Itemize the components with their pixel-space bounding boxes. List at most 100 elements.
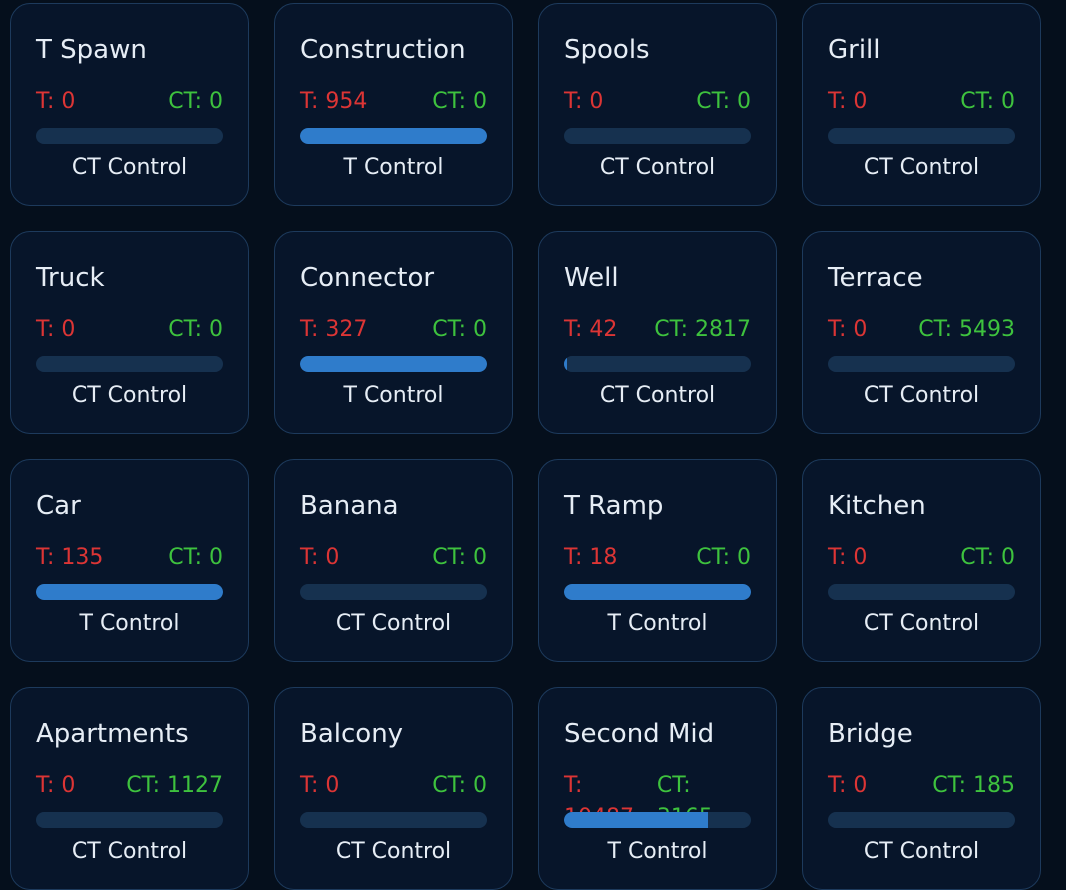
control-status: CT Control [71,383,188,408]
location-card: Second Mid T: 10487 CT: 3165 T Control [538,687,777,890]
location-name: Well [564,263,619,293]
t-share-fill [564,812,708,828]
ct-score: CT: 0 [432,773,487,798]
location-card: Construction T: 954 CT: 0 T Control [274,3,513,206]
t-score: T: 18 [564,545,618,570]
location-card: Well T: 42 CT: 2817 CT Control [538,231,777,434]
control-status: CT Control [335,611,452,636]
control-progress-bar [300,584,487,600]
control-status: T Control [343,155,444,180]
control-progress-bar [36,812,223,828]
location-name: Construction [300,35,466,65]
control-status: T Control [607,839,708,864]
score-row: T: 0 CT: 0 [300,542,487,574]
control-progress-bar [300,128,487,144]
location-card: Truck T: 0 CT: 0 CT Control [10,231,249,434]
t-score: T: 0 [564,89,604,114]
control-progress-bar [564,356,751,372]
location-name: Terrace [828,263,923,293]
control-progress-bar [300,356,487,372]
score-row: T: 0 CT: 0 [828,86,1015,118]
location-name: Truck [36,263,105,293]
location-name: Bridge [828,719,913,749]
t-score: T: 0 [36,317,76,342]
control-progress-bar [36,584,223,600]
location-card: Connector T: 327 CT: 0 T Control [274,231,513,434]
location-card: Car T: 135 CT: 0 T Control [10,459,249,662]
score-row: T: 42 CT: 2817 [564,314,751,346]
score-row: T: 0 CT: 0 [828,542,1015,574]
ct-score: CT: 0 [432,89,487,114]
location-card: T Spawn T: 0 CT: 0 CT Control [10,3,249,206]
ct-score: CT: 0 [696,89,751,114]
location-name: Balcony [300,719,404,749]
t-share-fill [300,128,487,144]
t-score: T: 42 [564,317,618,342]
t-score: T: 135 [36,545,104,570]
control-progress-bar [300,812,487,828]
ct-score: CT: 1127 [126,773,223,798]
location-card: T Ramp T: 18 CT: 0 T Control [538,459,777,662]
ct-score: CT: 0 [432,545,487,570]
control-progress-bar [828,812,1015,828]
t-score: T: 0 [300,773,340,798]
location-card: Banana T: 0 CT: 0 CT Control [274,459,513,662]
location-grid: T Spawn T: 0 CT: 0 CT Control Construction T:… [10,3,1041,890]
location-name: Second Mid [564,719,715,749]
t-score: T: 0 [828,317,868,342]
control-progress-bar [564,584,751,600]
location-card: Balcony T: 0 CT: 0 CT Control [274,687,513,890]
t-score: T: 10487 [564,773,634,830]
control-progress-bar [564,812,751,828]
control-progress-bar [828,128,1015,144]
ct-score: CT: 0 [696,545,751,570]
control-progress-bar [36,128,223,144]
location-card: Kitchen T: 0 CT: 0 CT Control [802,459,1041,662]
ct-score: CT: 5493 [918,317,1015,342]
score-row: T: 0 CT: 0 [300,770,487,802]
t-share-fill [564,584,751,600]
t-share-fill [300,356,487,372]
control-progress-bar [564,128,751,144]
t-share-fill [564,356,567,372]
location-name: Car [36,491,81,521]
control-status: CT Control [599,383,716,408]
ct-score: CT: 0 [960,89,1015,114]
t-score: T: 0 [828,89,868,114]
location-name: T Ramp [564,491,664,521]
t-share-fill [36,584,223,600]
score-row: T: 18 CT: 0 [564,542,751,574]
ct-score: CT: 2817 [654,317,751,342]
score-row: T: 0 CT: 0 [36,86,223,118]
score-row: T: 0 CT: 0 [564,86,751,118]
ct-score: CT: 0 [168,545,223,570]
control-progress-bar [36,356,223,372]
ct-score: CT: 0 [168,317,223,342]
location-card: Apartments T: 0 CT: 1127 CT Control [10,687,249,890]
control-status: CT Control [71,155,188,180]
control-status: CT Control [863,839,980,864]
location-card: Terrace T: 0 CT: 5493 CT Control [802,231,1041,434]
control-progress-bar [828,356,1015,372]
ct-score: CT: 3165 [656,773,713,830]
control-status: T Control [79,611,180,636]
location-card: Bridge T: 0 CT: 185 CT Control [802,687,1041,890]
location-card: Grill T: 0 CT: 0 CT Control [802,3,1041,206]
score-row: T: 0 CT: 1127 [36,770,223,802]
t-score: T: 0 [828,773,868,798]
t-score: T: 0 [828,545,868,570]
location-name: Kitchen [828,491,926,521]
ct-score: CT: 185 [932,773,1015,798]
score-row: T: 954 CT: 0 [300,86,487,118]
control-status: CT Control [863,611,980,636]
score-row: T: 327 CT: 0 [300,314,487,346]
control-status: CT Control [335,839,452,864]
control-status: T Control [343,383,444,408]
control-status: T Control [607,611,708,636]
location-name: Grill [828,35,881,65]
control-status: CT Control [863,155,980,180]
location-card: Spools T: 0 CT: 0 CT Control [538,3,777,206]
location-name: T Spawn [36,35,147,65]
score-row: T: 10487 CT: 3165 [564,770,751,830]
t-score: T: 0 [300,545,340,570]
